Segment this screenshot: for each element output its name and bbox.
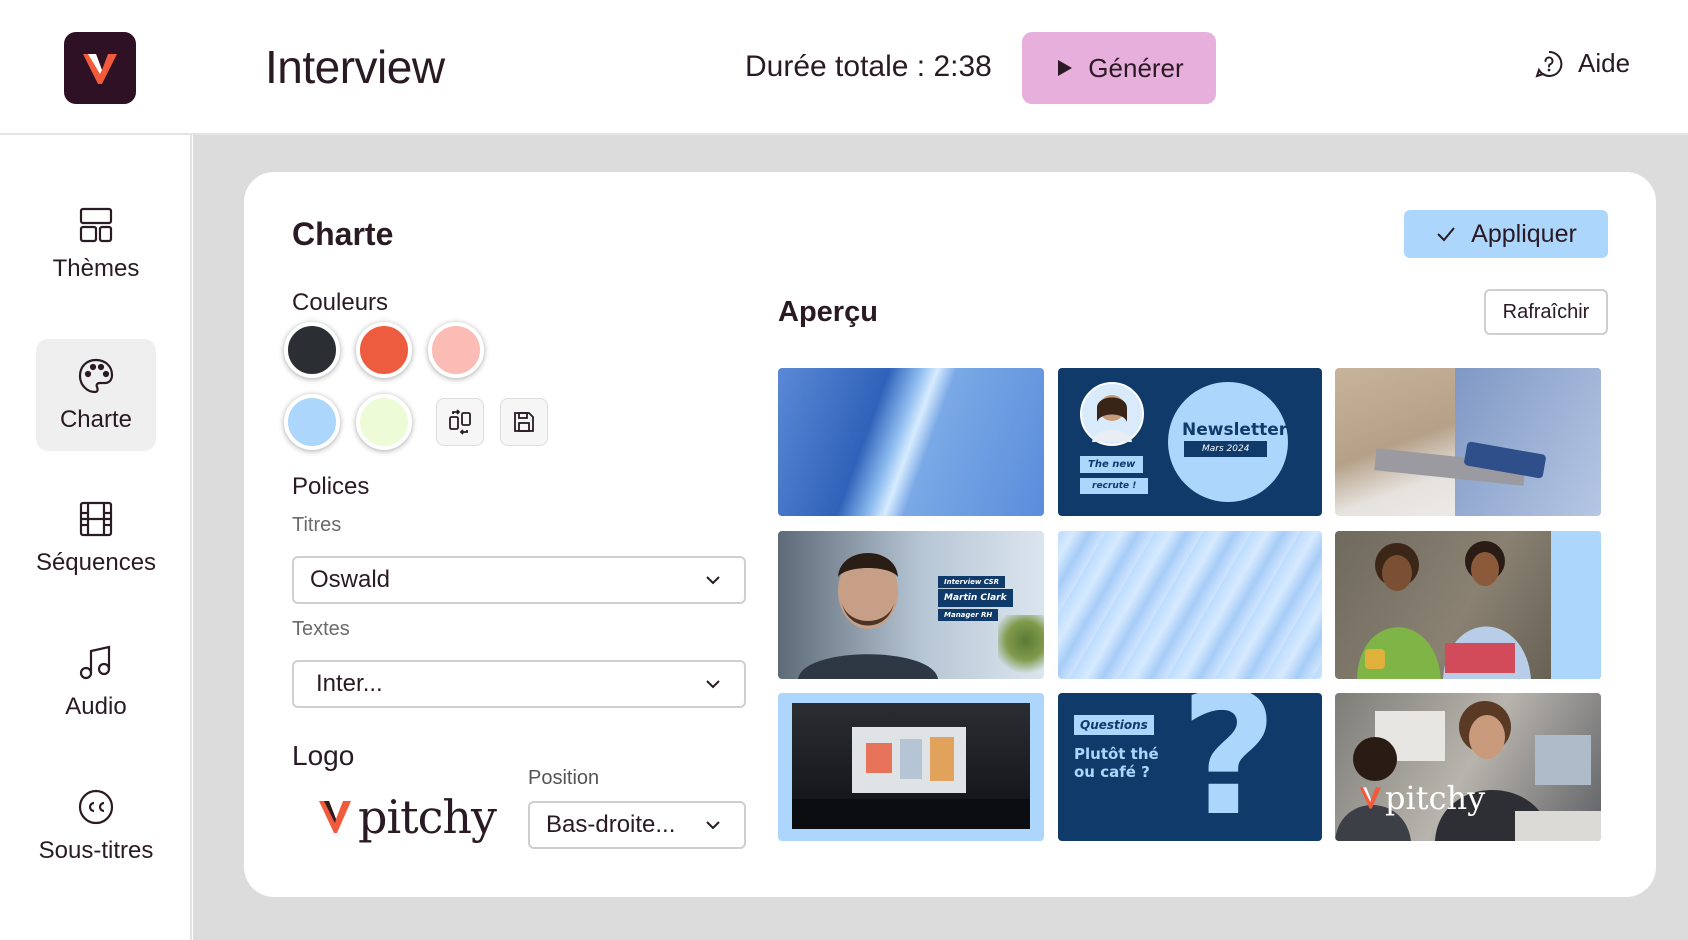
position-label: Position	[528, 767, 600, 789]
swap-colors-button[interactable]	[436, 398, 484, 446]
refresh-button[interactable]: Rafraîchir	[1484, 289, 1608, 335]
brand-logo[interactable]: pitchy	[318, 790, 497, 844]
plant-shape	[998, 615, 1044, 679]
logo-position-select[interactable]: Bas-droite...	[528, 801, 746, 849]
save-icon	[514, 412, 534, 432]
top-bar: Interview Durée totale : 2:38 Générer Ai…	[0, 0, 1688, 135]
pitchy-mark-icon	[1359, 787, 1381, 809]
newsletter-tag: recrute !	[1080, 478, 1149, 494]
preview-thumb-friends-photo[interactable]	[1335, 531, 1601, 679]
music-icon	[79, 645, 111, 680]
color-swatch[interactable]	[428, 322, 484, 378]
chevron-down-icon	[706, 576, 720, 585]
apply-label: Appliquer	[1471, 219, 1577, 248]
fonts-label: Polices	[292, 473, 370, 500]
questions-line: Plutôt thé	[1074, 745, 1159, 763]
logo-overlay: pitchy	[1359, 779, 1485, 817]
sidebar-item-themes[interactable]: Thèmes	[36, 188, 156, 300]
texts-font-select[interactable]: Inter...	[292, 660, 746, 708]
generate-button[interactable]: Générer	[1022, 32, 1216, 104]
play-icon	[1058, 60, 1073, 76]
interview-tag: Interview CSR	[938, 576, 1006, 588]
preview-thumb-questions[interactable]: Questions Plutôt thé ou café ? ?	[1058, 693, 1322, 841]
pitchy-logo-icon	[83, 54, 117, 84]
women-figures	[1335, 701, 1601, 841]
logo-position-value: Bas-droite...	[546, 811, 676, 838]
sidebar-item-label: Thèmes	[52, 255, 140, 282]
audience	[792, 799, 1030, 829]
interview-name: Martin Clark	[938, 589, 1013, 607]
projection-screen	[852, 727, 966, 793]
chevron-down-icon	[706, 680, 720, 689]
questions-line: ou café ?	[1074, 763, 1150, 781]
preview-title: Aperçu	[778, 296, 878, 328]
palette-icon	[78, 358, 114, 394]
sidebar-item-label: Sous-titres	[38, 837, 154, 864]
newsletter-tag: The new	[1080, 456, 1144, 473]
colors-label: Couleurs	[292, 289, 389, 316]
layout-icon	[79, 207, 113, 243]
sidebar: Thèmes Charte Séquences Audio Sous-titre…	[0, 135, 192, 940]
pitchy-mark-icon	[319, 801, 351, 833]
apply-button[interactable]: Appliquer	[1404, 210, 1608, 258]
interview-role: Manager RH	[938, 609, 999, 621]
help-link[interactable]: Aide	[1534, 48, 1630, 79]
screen-block	[900, 739, 922, 779]
preview-thumb-abstract-blue[interactable]	[778, 368, 1044, 516]
preview-thumb-conference[interactable]	[778, 693, 1044, 841]
preview-thumb-logo-photo[interactable]: pitchy	[1335, 693, 1601, 841]
project-title: Interview	[265, 41, 445, 93]
color-swatch[interactable]	[356, 394, 412, 450]
help-label: Aide	[1578, 48, 1631, 78]
logo-label: Logo	[292, 740, 355, 771]
total-duration: Durée totale : 2:38	[745, 50, 992, 83]
sidebar-item-label: Audio	[65, 693, 127, 720]
portrait-avatar	[1080, 382, 1144, 446]
screen-block	[930, 737, 954, 781]
film-icon	[79, 501, 113, 537]
preview-thumb-phone-photo[interactable]	[1335, 368, 1601, 516]
sidebar-item-label: Charte	[59, 406, 133, 433]
brand-logo-text: pitchy	[358, 790, 497, 844]
newsletter-date: Mars 2024	[1184, 441, 1268, 457]
cc-icon	[78, 789, 114, 825]
save-colors-button[interactable]	[500, 398, 548, 446]
help-icon	[1535, 50, 1563, 78]
preview-thumb-newsletter[interactable]: The new recrute ! Newsletter Mars 2024	[1058, 368, 1322, 516]
sidebar-item-subtitles[interactable]: Sous-titres	[36, 770, 156, 882]
swap-icon	[449, 409, 471, 435]
conference-hall	[792, 703, 1030, 829]
texts-font-label: Textes	[292, 618, 350, 640]
generate-label: Générer	[1088, 52, 1184, 83]
questions-tag: Questions	[1074, 715, 1154, 735]
question-mark-graphic: ?	[1180, 693, 1278, 841]
color-swatch[interactable]	[284, 322, 340, 378]
newsletter-title: Newsletter	[1182, 420, 1288, 440]
texts-font-value: Inter...	[316, 670, 383, 697]
color-swatch[interactable]	[356, 322, 412, 378]
friends-figures	[1357, 541, 1531, 679]
sidebar-item-label: Séquences	[35, 549, 157, 576]
sidebar-item-sequences[interactable]: Séquences	[36, 482, 156, 594]
preview-thumb-interview[interactable]: Interview CSR Martin Clark Manager RH	[778, 531, 1044, 679]
interview-person	[798, 553, 938, 679]
sidebar-item-audio[interactable]: Audio	[36, 626, 156, 738]
panel-title: Charte	[292, 216, 394, 252]
titles-font-label: Titres	[292, 514, 342, 536]
sidebar-item-charte[interactable]: Charte	[36, 339, 156, 451]
app-logo[interactable]	[64, 32, 136, 104]
brand-color-strip	[1551, 531, 1601, 679]
chevron-down-icon	[706, 821, 720, 830]
logo-overlay-text: pitchy	[1385, 779, 1486, 817]
preview-thumb-waves[interactable]	[1058, 531, 1322, 679]
screen-block	[866, 743, 892, 773]
titles-font-value: Oswald	[310, 566, 391, 593]
color-swatch[interactable]	[284, 394, 340, 450]
check-icon	[1437, 227, 1455, 242]
titles-font-select[interactable]: Oswald	[292, 556, 746, 604]
